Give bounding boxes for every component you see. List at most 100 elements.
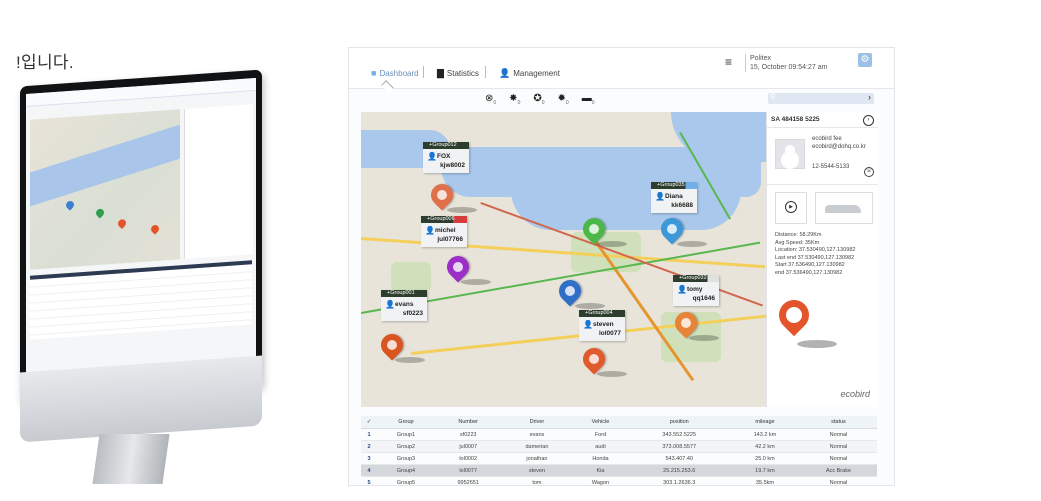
- table-row[interactable]: 2 Group2 jul0007 damerian audi 373.008.5…: [361, 440, 877, 453]
- distance: Distance: 58.29Km: [775, 232, 822, 238]
- pin-shadow: [597, 371, 627, 377]
- cell-vehicle: Kia: [572, 464, 629, 477]
- vehicle-detail-panel: SA 484158 5225 › ecobird fee ecobird@doh…: [766, 112, 878, 407]
- col-number[interactable]: Number: [434, 416, 502, 429]
- monitor-stand: [92, 434, 170, 484]
- tab-management-label: Management: [513, 69, 560, 78]
- map-view[interactable]: +Group012 👤 FOX kjw8002 +Group006 👤 michel…: [361, 112, 766, 407]
- row-index: 3: [361, 452, 377, 465]
- pin-shadow: [597, 241, 627, 247]
- map-pin-icon[interactable]: [442, 251, 474, 283]
- vehicle-card[interactable]: +Group012 👤 FOX kjw8002: [423, 142, 469, 173]
- cell-status: Acc Brake: [799, 464, 877, 477]
- mini-table: [30, 260, 252, 340]
- vehicle-card[interactable]: +Group004 👤 steven lol0077: [579, 310, 625, 341]
- management-icon: 👤: [499, 68, 511, 78]
- vehicle-card-number: kjw8002: [440, 162, 465, 169]
- vehicle-card-name: evans: [395, 301, 414, 308]
- vehicle-card-group: +Group035: [651, 182, 697, 189]
- table-row[interactable]: 1 Group1 sf0223 evans Ford 343.552.5225 …: [361, 428, 877, 441]
- user-datetime: 15, October 09:54:27 am: [750, 64, 828, 71]
- hamburger-menu-icon[interactable]: ≡: [725, 55, 732, 69]
- vehicle-card[interactable]: +Group006 👤 michel jul07766: [421, 216, 467, 247]
- ecobird-logo: ecobird: [840, 389, 870, 399]
- vehicle-card[interactable]: +Group035 👤 Diana kk6688: [651, 182, 697, 213]
- vehicle-card[interactable]: +Group032 👤 tomy qq1646: [673, 275, 719, 306]
- col-driver[interactable]: Driver: [501, 416, 573, 429]
- cell-position: 543.407.40: [628, 452, 730, 465]
- col-group[interactable]: Group: [377, 416, 435, 429]
- cell-mileage: 25.0 km: [729, 452, 800, 465]
- move-count: 0: [517, 100, 521, 106]
- table-row[interactable]: 4 Group4 lol0077 steven Kia 25.215.253.6…: [361, 464, 877, 477]
- user-info: Politex 15, October 09:54:27 am: [745, 54, 827, 72]
- play-button[interactable]: [775, 192, 807, 224]
- person-icon: 👤: [385, 300, 395, 309]
- gear-status-icon[interactable]: ✪0: [533, 93, 544, 106]
- map-pin-icon[interactable]: [578, 343, 610, 375]
- last-end: Last end 37.530490,127.130982: [775, 254, 855, 261]
- vehicle-card-name: FOX: [437, 153, 451, 160]
- statistics-icon: ▇: [437, 68, 444, 78]
- cell-driver: steven: [501, 464, 573, 477]
- col-position[interactable]: position: [628, 416, 730, 429]
- pin-shadow: [395, 357, 425, 363]
- vehicle-table: ✓ Group Number Driver Vehicle position m…: [361, 416, 877, 485]
- cell-position: 373.008.5577: [628, 440, 730, 453]
- col-mileage[interactable]: mileage: [729, 416, 800, 429]
- alert-icon[interactable]: ✹0: [558, 93, 569, 106]
- col-vehicle[interactable]: Vehicle: [572, 416, 629, 429]
- vehicle-card-group: +Group001: [381, 290, 427, 297]
- map-pin-icon[interactable]: [554, 275, 586, 307]
- car-view-button[interactable]: [815, 192, 873, 224]
- tab-statistics[interactable]: ▇ Statistics: [437, 68, 479, 79]
- park-area: [391, 262, 431, 292]
- alert-count: 0: [565, 100, 569, 106]
- car-location-pin-icon: [772, 293, 816, 337]
- cell-status: Normal: [799, 476, 877, 485]
- pin-shadow: [689, 335, 719, 341]
- settings-gear-icon[interactable]: ⚙: [858, 53, 872, 67]
- table-header-row: ✓ Group Number Driver Vehicle position m…: [361, 416, 877, 429]
- phone-icon[interactable]: ☏: [864, 167, 874, 177]
- cell-group: Group2: [377, 440, 435, 453]
- tab-management[interactable]: 👤 Management: [499, 68, 560, 79]
- truck-count: 0: [591, 100, 595, 106]
- driver-avatar: [775, 139, 805, 169]
- truck-icon[interactable]: ▬0: [582, 93, 595, 106]
- cell-number: 9952651: [434, 476, 502, 485]
- pin-shadow: [447, 207, 477, 213]
- col-check[interactable]: ✓: [361, 416, 377, 429]
- table-row[interactable]: 5 Group5 9952651 tom Wagon 303.1.2636.3 …: [361, 476, 877, 485]
- cell-mileage: 35.5km: [729, 476, 800, 485]
- vehicle-card-number: sf0223: [402, 310, 423, 317]
- status-counts: ⊗0 ✸0 ✪0 ✹0 ▬0: [485, 93, 594, 106]
- cell-number: lol0002: [434, 452, 502, 465]
- driver-phone: 12-5544-5133: [812, 164, 850, 170]
- car-icon: [825, 205, 861, 213]
- cell-status: Normal: [799, 428, 877, 441]
- chevron-right-icon[interactable]: ›: [868, 92, 871, 102]
- pin-shadow: [575, 303, 605, 309]
- map-pin-icon[interactable]: [376, 329, 408, 361]
- vehicle-card-group: +Group012: [423, 142, 469, 149]
- stop-icon[interactable]: ⊗0: [485, 93, 496, 106]
- tab-separator: [485, 66, 486, 78]
- cell-position: 303.1.2636.3: [628, 476, 730, 485]
- table-row[interactable]: 3 Group3 lol0002 jonathan Honda 543.407.…: [361, 452, 877, 465]
- cell-mileage: 143.2 km: [729, 428, 800, 441]
- chevron-right-icon[interactable]: ›: [863, 115, 874, 126]
- move-icon[interactable]: ✸0: [509, 93, 520, 106]
- vehicle-card[interactable]: +Group001 👤 evans sf0223: [381, 290, 427, 321]
- cell-status: Normal: [799, 452, 877, 465]
- cell-position: 25.215.253.6: [628, 464, 730, 477]
- search-input[interactable]: ⚲ ›: [768, 92, 874, 104]
- cell-group: Group5: [377, 476, 435, 485]
- cell-driver: jonathan: [501, 452, 573, 465]
- person-icon: 👤: [425, 226, 435, 235]
- monitor-screen: [26, 77, 256, 381]
- cell-mileage: 19.7 km: [729, 464, 800, 477]
- col-status[interactable]: status: [799, 416, 877, 429]
- tab-dashboard[interactable]: ■ Dashboard: [371, 68, 419, 78]
- end-position: end 37.536490,127.130982: [775, 269, 843, 276]
